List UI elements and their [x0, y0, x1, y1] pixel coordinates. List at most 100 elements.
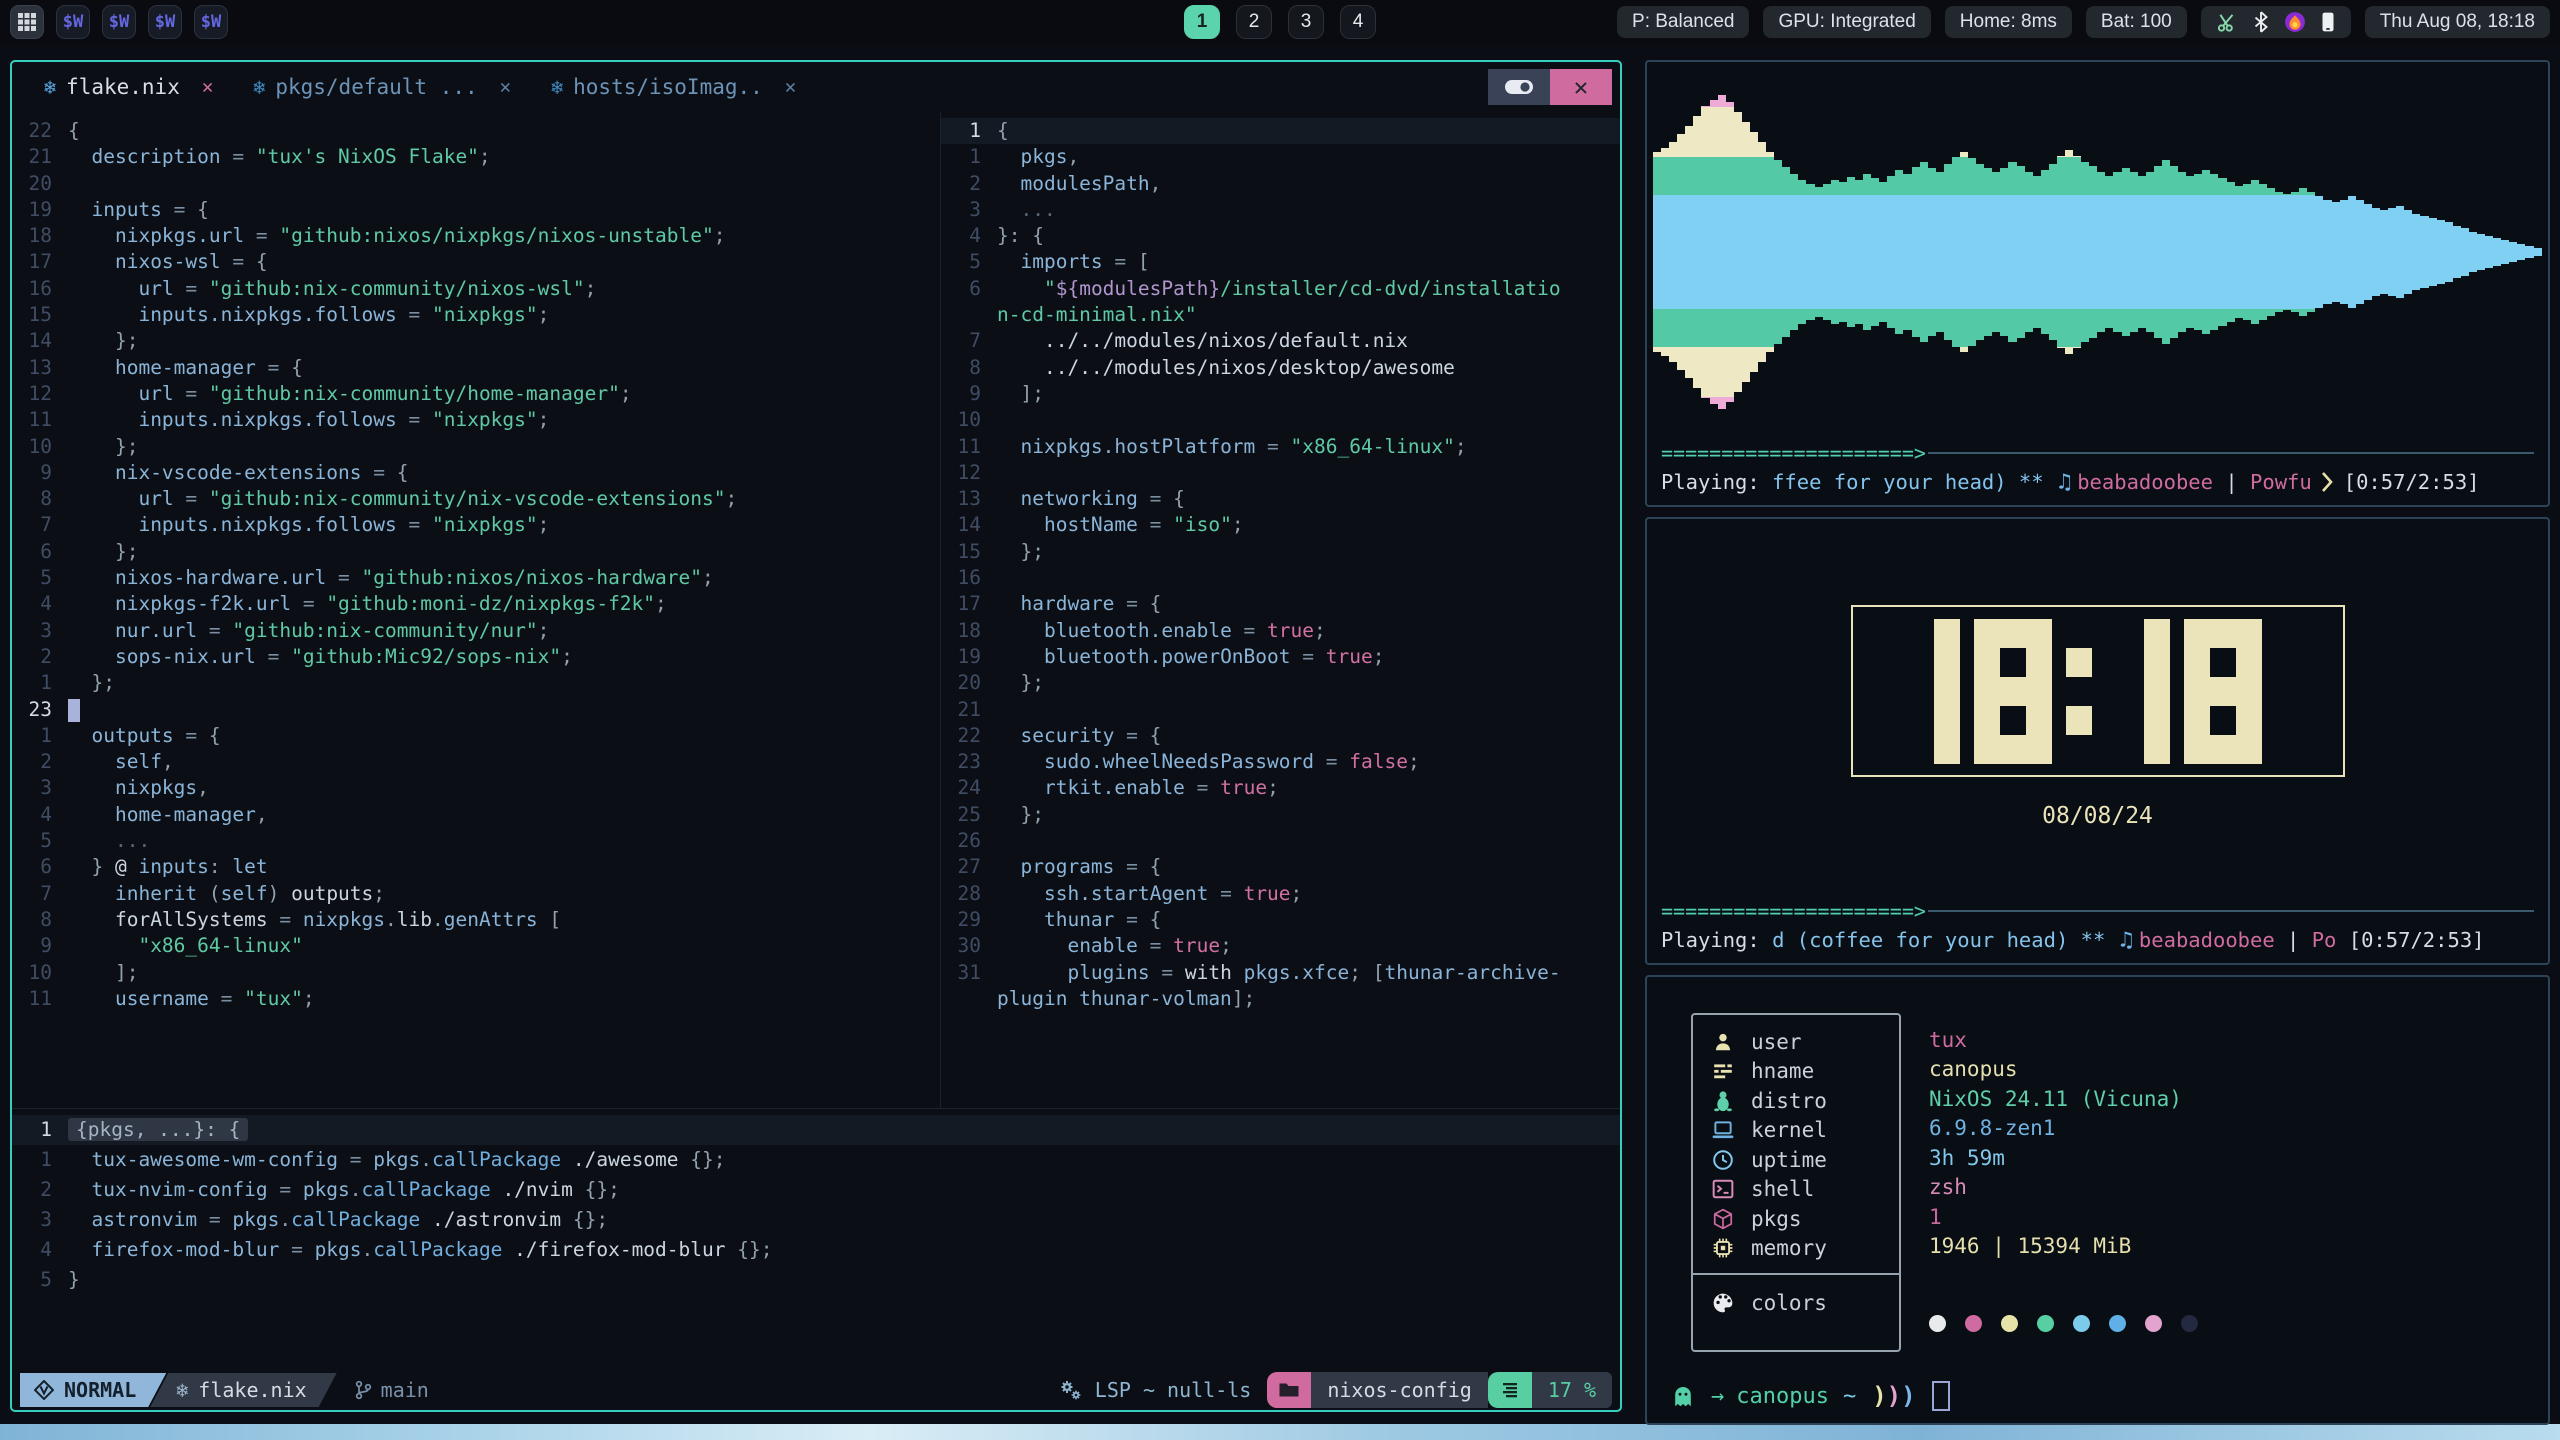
- viz-column: [2049, 62, 2057, 441]
- clock-widget[interactable]: 08/08/24 =====================> Playing:…: [1645, 517, 2550, 965]
- awesome-menu-button[interactable]: [10, 5, 44, 39]
- prompt-chevron-2: ): [1887, 1382, 1901, 1410]
- launcher-button-4[interactable]: $W: [194, 5, 228, 39]
- code-line: 14 hostName = "iso";: [941, 512, 1620, 538]
- window-controls: ✕: [1488, 69, 1612, 105]
- viz-column: [2477, 62, 2485, 441]
- viz-column: [2404, 62, 2412, 441]
- viz-column: [2162, 62, 2170, 441]
- project-segment: nixos-config 17 %: [1267, 1372, 1612, 1408]
- viz-column: [2251, 62, 2259, 441]
- tab-close-icon[interactable]: ✕: [500, 76, 511, 98]
- workspace-tag-2[interactable]: 2: [1236, 5, 1272, 39]
- code-line: 11 username = "tux";: [12, 986, 940, 1012]
- line-number: 5: [941, 249, 997, 275]
- tab-flake.nix[interactable]: ❄ flake.nix ✕: [44, 75, 213, 99]
- clock-glyph: [1974, 619, 2052, 764]
- code-line: 19 inputs = {: [12, 197, 940, 223]
- line-number: 4: [12, 802, 68, 828]
- fetch-widget[interactable]: userhnamedistrokerneluptimeshellpkgsmemo…: [1645, 975, 2550, 1425]
- viz-column: [1758, 62, 1766, 441]
- tab-close-icon[interactable]: ✕: [785, 76, 796, 98]
- prompt-arrow: →: [1705, 1384, 1730, 1409]
- tab-hosts/isoImag..[interactable]: ❄hosts/isoImag..✕: [551, 75, 796, 99]
- vim-cursor: [68, 699, 80, 722]
- code-line: 22 security = {: [941, 723, 1620, 749]
- fetch-row-user: user: [1693, 1027, 1899, 1057]
- viz-column: [2008, 62, 2016, 441]
- line-number: 8: [12, 486, 68, 512]
- digital-clock: [1851, 605, 2345, 777]
- bluetooth-icon: [2252, 11, 2270, 33]
- viz-column: [2025, 62, 2033, 441]
- system-fetch: userhnamedistrokerneluptimeshellpkgsmemo…: [1691, 1013, 2548, 1352]
- tab-label: flake.nix: [66, 75, 180, 99]
- window-close-button[interactable]: ✕: [1550, 69, 1612, 105]
- neovim-window[interactable]: ❄flake.nix✕❄pkgs/default ...✕❄hosts/isoI…: [10, 60, 1622, 1412]
- pane-right[interactable]: 1{1 pkgs,2 modulesPath,3 ...4}: {5 impor…: [940, 112, 1620, 1108]
- viz-column: [1653, 62, 1661, 441]
- viz-column: [2089, 62, 2097, 441]
- pane-left[interactable]: 22{21 description = "tux's NixOS Flake";…: [12, 112, 940, 1108]
- code-line: 18 nixpkgs.url = "github:nixos/nixpkgs/n…: [12, 223, 940, 249]
- datetime-pill[interactable]: Thu Aug 08, 18:18: [2365, 6, 2550, 38]
- viz-column: [1677, 62, 1685, 441]
- desktop-wallpaper: [0, 1424, 2560, 1440]
- code-line: 3 nur.url = "github:nix-community/nur";: [12, 618, 940, 644]
- tab-pkgs/default ...[interactable]: ❄pkgs/default ...✕: [253, 75, 511, 99]
- clock-glyph: [2066, 619, 2092, 764]
- launcher-button-2[interactable]: $W: [102, 5, 136, 39]
- nix-snowflake-icon: ❄: [44, 75, 56, 99]
- line-number: 1: [12, 1115, 68, 1145]
- workspace-tag-3[interactable]: 3: [1288, 5, 1324, 39]
- viz-column: [2283, 62, 2291, 441]
- viz-column: [1879, 62, 1887, 441]
- fetch-label: user: [1751, 1030, 1802, 1054]
- viz-column: [1734, 62, 1742, 441]
- terminal-prompt[interactable]: → canopus ~ ))): [1671, 1381, 2548, 1411]
- system-tray[interactable]: [2201, 6, 2351, 38]
- line-number: 20: [12, 171, 68, 197]
- line-number: 6: [12, 854, 68, 880]
- status-pill-4[interactable]: Bat: 100: [2086, 6, 2187, 38]
- code-line: 18 bluetooth.enable = true;: [941, 618, 1620, 644]
- line-number: 8: [941, 355, 997, 381]
- viz-column: [2146, 62, 2154, 441]
- line-number: 10: [12, 434, 68, 460]
- track-time-2: [0:57/2:53]: [2336, 928, 2484, 952]
- code-line: 11 nixpkgs.hostPlatform = "x86_64-linux"…: [941, 434, 1620, 460]
- viz-column: [1863, 62, 1871, 441]
- window-toggle-button[interactable]: [1488, 69, 1550, 105]
- line-number: 11: [941, 434, 997, 460]
- status-pill-2[interactable]: GPU: Integrated: [1763, 6, 1930, 38]
- viz-column: [1871, 62, 1879, 441]
- viz-column: [2461, 62, 2469, 441]
- viz-column: [2340, 62, 2348, 441]
- fetch-value-hname: canopus: [1929, 1055, 2198, 1085]
- workspace-tag-1[interactable]: 1: [1184, 5, 1220, 39]
- pane-bottom[interactable]: 1{pkgs, ...}: {1 tux-awesome-wm-config =…: [12, 1108, 1620, 1370]
- line-number: 4: [941, 223, 997, 249]
- lsp-status: LSP ~ null-ls: [1057, 1378, 1252, 1402]
- fetch-label: distro: [1751, 1089, 1827, 1113]
- status-pill-1[interactable]: P: Balanced: [1617, 6, 1749, 38]
- code-line: 26: [941, 828, 1620, 854]
- person-icon: [1711, 1031, 1735, 1053]
- launcher-button-3[interactable]: $W: [148, 5, 182, 39]
- visualizer-widget[interactable]: =====================> Playing: ffee for…: [1645, 60, 2550, 507]
- code-line: 23: [12, 697, 940, 723]
- fetch-value-kernel: 6.9.8-zen1: [1929, 1114, 2198, 1144]
- progress-trail-2: [1928, 910, 2534, 912]
- line-number: 16: [941, 565, 997, 591]
- tab-close-icon[interactable]: ✕: [202, 76, 213, 98]
- code-line: 17 hardware = {: [941, 591, 1620, 617]
- status-pill-3[interactable]: Home: 8ms: [1945, 6, 2072, 38]
- fetch-label: uptime: [1751, 1148, 1827, 1172]
- launcher-button-1[interactable]: $W: [56, 5, 90, 39]
- code-line: 1 outputs = {: [12, 723, 940, 749]
- workspace-tag-4[interactable]: 4: [1340, 5, 1376, 39]
- code-line: 7 inputs.nixpkgs.follows = "nixpkgs";: [12, 512, 940, 538]
- line-number: 7: [941, 328, 997, 354]
- code-line: 5 nixos-hardware.url = "github:nixos/nix…: [12, 565, 940, 591]
- viz-column: [2299, 62, 2307, 441]
